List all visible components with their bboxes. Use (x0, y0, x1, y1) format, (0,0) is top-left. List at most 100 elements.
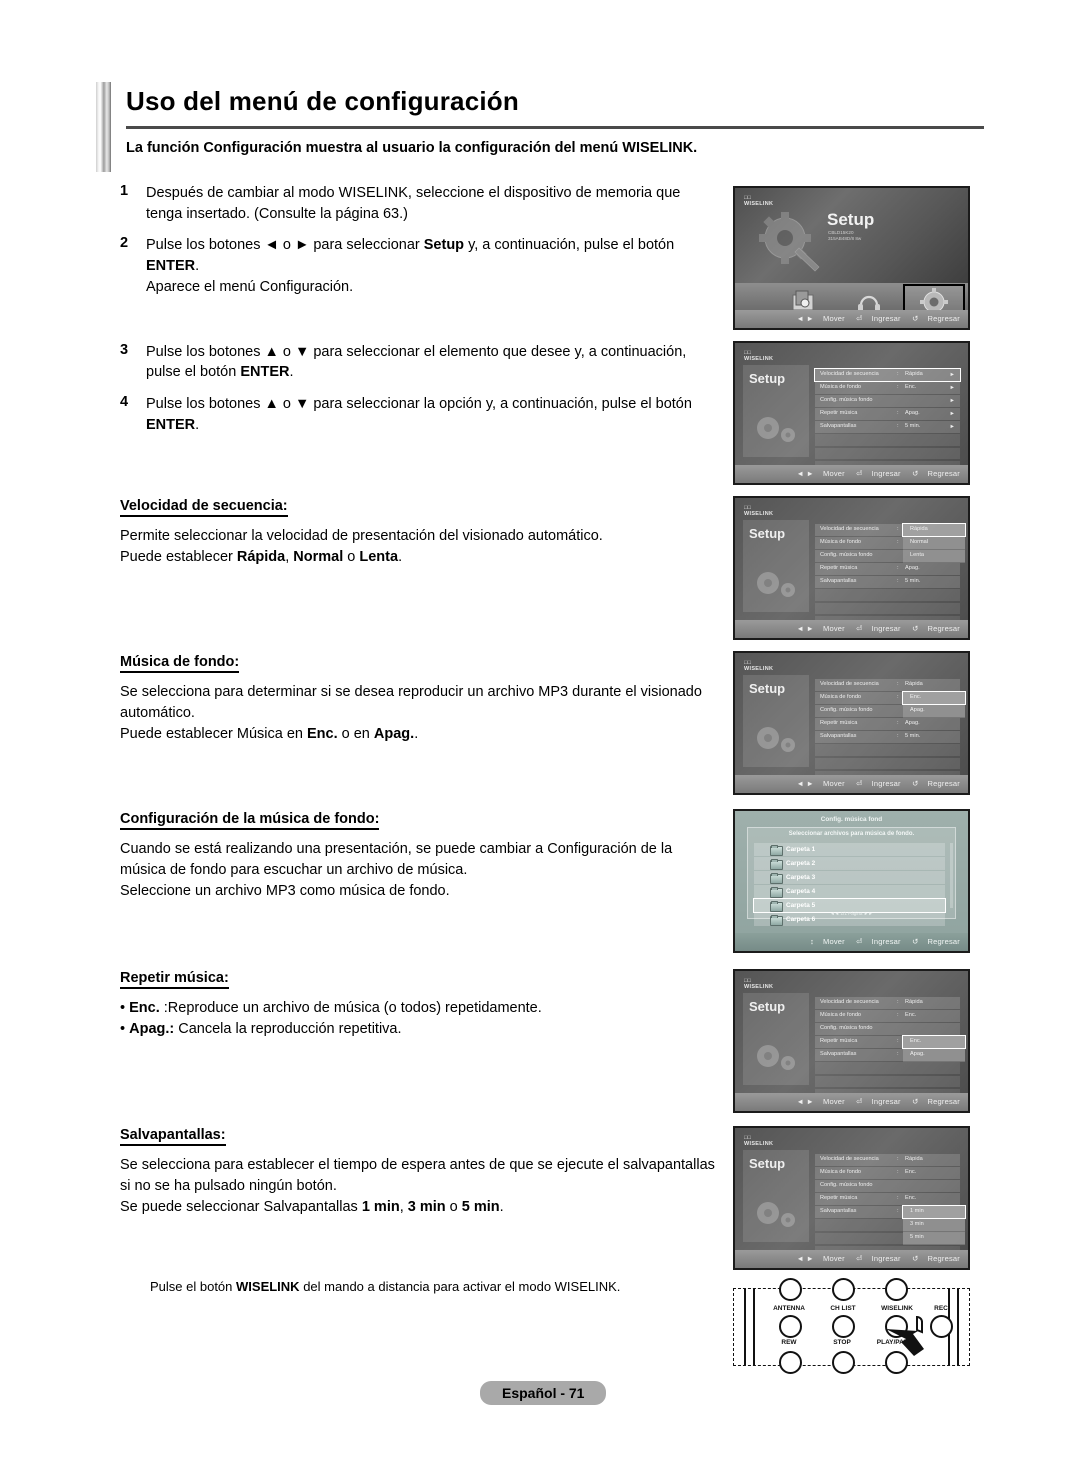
row-colon: : (897, 999, 899, 1005)
section-text-part: . (499, 1199, 504, 1216)
setup-row[interactable]: Velocidad de secuencia : Rápida (815, 1154, 960, 1166)
dropdown-option[interactable]: Apag. (903, 705, 965, 717)
title-divider (126, 126, 984, 129)
dropdown-velocidad-secuencia[interactable]: Rápida Normal Lenta (902, 523, 966, 564)
setup-row-empty (815, 589, 960, 601)
option-enc: Enc. (307, 726, 338, 743)
list-item[interactable]: Carpeta 5 (753, 898, 946, 913)
list-item[interactable]: Carpeta 3 (754, 871, 945, 884)
dropdown-option[interactable]: 5 min (903, 1232, 965, 1244)
nav-return: ↺ Regresar (912, 937, 960, 946)
setup-row[interactable]: Música de fondo : Enc. ► (815, 382, 960, 394)
section-title: Música de fondo: (120, 654, 240, 673)
nav-move: ◄ ► Mover (796, 314, 845, 323)
remote-label-rew: REW (781, 1339, 797, 1346)
gears-decoration (757, 1045, 795, 1070)
setup-row[interactable]: Repetir música : Enc. (815, 1193, 960, 1205)
setup-row[interactable]: Repetir música : Apag. ► (815, 408, 960, 420)
row-colon: : (897, 384, 899, 391)
step-number: 3 (120, 341, 129, 358)
step-text-part: Pulse los botones ▲ o ▼ para seleccionar… (146, 396, 692, 413)
remote-label-antenna: ANTENNA (773, 1305, 805, 1312)
row-colon: : (897, 1012, 899, 1019)
remote-control-diagram: ANTENNA CH LIST WISELINK REC REW STOP PL… (733, 1278, 970, 1374)
row-value: Rápida (905, 999, 923, 1005)
section-line: Puede establecer Rápida, Normal o Lenta. (120, 547, 720, 568)
row-colon: : (897, 1208, 899, 1215)
remote-button-antenna[interactable] (779, 1315, 802, 1338)
row-label: Salvapantallas (820, 733, 857, 740)
dialog-panel: Seleccionar archivos para música de fond… (747, 827, 956, 926)
dropdown-option[interactable]: Apag. (903, 1049, 965, 1061)
folder-name: Carpeta 3 (786, 873, 816, 881)
dropdown-option[interactable]: Lenta (903, 550, 965, 562)
step-number: 2 (120, 235, 129, 252)
dropdown-repetir-musica[interactable]: Enc. Apag. (902, 1035, 966, 1063)
option-1min: 1 min (361, 1199, 400, 1216)
tv-screenshot-speed-dropdown: □□ WISELINK Setup Velocidad de secuencia … (733, 496, 970, 640)
home-navbar: ◄ ► Mover ⏎ Ingresar ↺ Regresar (735, 310, 968, 328)
nav-enter: ⏎ Ingresar (856, 469, 901, 478)
row-colon: : (897, 720, 899, 727)
section-title: Salvapantallas: (120, 1127, 226, 1146)
chevron-right-icon: ► (949, 423, 955, 430)
setup-row[interactable]: Velocidad de secuencia : Rápida (815, 997, 960, 1009)
option-apag: Apag.: (129, 1021, 175, 1038)
remote-button-chlist[interactable] (832, 1315, 855, 1338)
list-item[interactable]: Carpeta 1 (754, 843, 945, 856)
setup-row[interactable]: Música de fondo : Enc. (815, 1010, 960, 1022)
dropdown-option[interactable]: Normal (903, 537, 965, 549)
dropdown-option[interactable]: 3 min (903, 1219, 965, 1231)
remote-label-wiselink: WISELINK (881, 1305, 913, 1312)
setup-row[interactable]: Salvapantallas : 5 min. ► (815, 421, 960, 433)
section-text-part: Puede establecer (120, 549, 237, 566)
page-title: Uso del menú de configuración (126, 86, 519, 116)
gears-decoration (757, 572, 795, 597)
step-text-part: . (195, 416, 200, 433)
dropdown-option[interactable]: Enc. (902, 1035, 966, 1049)
row-label: Config. música fondo (820, 397, 873, 404)
setup-row[interactable]: Repetir música : Apag. (815, 718, 960, 730)
dropdown-salvapantallas[interactable]: 1 min 3 min 5 min (902, 1205, 966, 1246)
nav-enter: ⏎ Ingresar (856, 1254, 901, 1263)
section-line: Cuando se está realizando una presentaci… (120, 841, 673, 879)
setup-row[interactable]: Repetir música : Apag. (815, 563, 960, 575)
step-text: Después de cambiar al modo WISELINK, sel… (146, 185, 681, 222)
row-label: Salvapantallas (820, 1208, 857, 1215)
dropdown-option[interactable]: 1 min (902, 1205, 966, 1219)
gears-decoration (757, 1202, 795, 1227)
row-label: Música de fondo (820, 694, 862, 701)
dropdown-option[interactable]: Enc. (902, 691, 966, 705)
dropdown-musica-de-fondo[interactable]: Enc. Apag. (902, 691, 966, 719)
row-label: Repetir música (820, 410, 858, 417)
chevron-right-icon: ► (949, 384, 955, 391)
setup-row[interactable]: Velocidad de secuencia : Rápida ► (814, 368, 961, 382)
step-item: 3 Pulse los botones ▲ o ▼ para seleccion… (120, 342, 720, 383)
setup-pane-label: Setup (749, 1156, 786, 1171)
remote-button-rec[interactable] (930, 1315, 953, 1338)
folder-name: Carpeta 6 (786, 915, 816, 923)
setup-row[interactable]: Salvapantallas : 5 min. (815, 576, 960, 588)
list-item[interactable]: Carpeta 2 (754, 857, 945, 870)
setup-row[interactable]: Config. música fondo ► (815, 395, 960, 407)
section-text-part: o (445, 1199, 462, 1216)
setup-row[interactable]: Salvapantallas : 5 min. (815, 731, 960, 743)
setup-row-empty (815, 602, 960, 615)
chevron-right-icon: ► (949, 371, 955, 378)
setup-navbar: ◄ ► Mover ⏎ Ingresar ↺ Regresar (735, 620, 968, 638)
header-accent-bar (96, 82, 111, 172)
setup-row[interactable]: Config. música fondo (815, 1180, 960, 1192)
row-colon: : (897, 1169, 899, 1176)
folder-name: Carpeta 5 (786, 901, 816, 909)
setup-row[interactable]: Velocidad de secuencia : Rápida (815, 679, 960, 691)
dropdown-option[interactable]: Rápida (902, 523, 966, 537)
setup-row[interactable]: Música de fondo : Enc. (815, 1167, 960, 1179)
setup-row-empty (815, 1075, 960, 1088)
row-value: 5 min. (905, 733, 921, 740)
wiselink-bold: WISELINK (236, 1279, 300, 1294)
list-scrollbar[interactable] (950, 843, 953, 908)
nav-return: ↺ Regresar (912, 624, 960, 633)
setup-row[interactable]: Config. música fondo (815, 1023, 960, 1035)
list-item[interactable]: Carpeta 4 (754, 885, 945, 898)
step-item: 4 Pulse los botones ▲ o ▼ para seleccion… (120, 394, 720, 435)
